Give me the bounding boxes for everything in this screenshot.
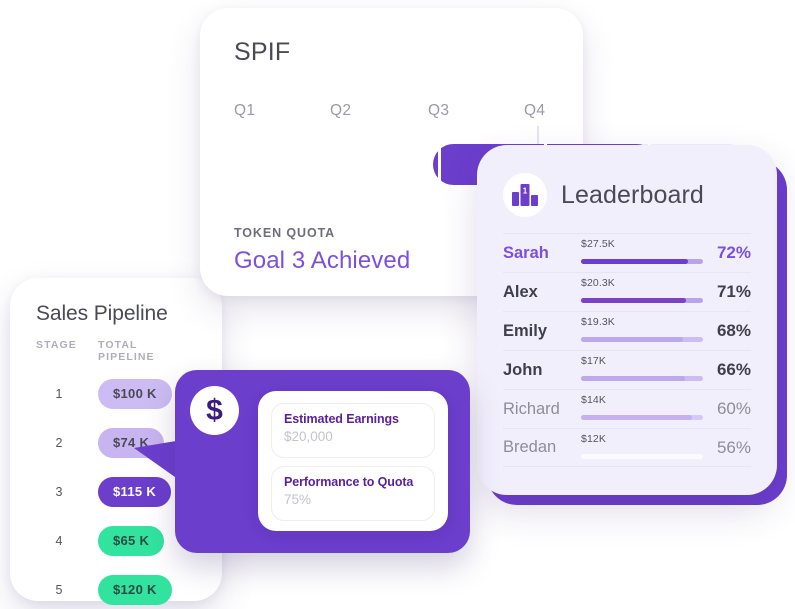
leaderboard-bar-track [581,453,703,459]
leaderboard-progress: $17K [581,355,703,385]
pipeline-stage-number: 2 [55,435,63,450]
leaderboard-amount: $14K [581,394,606,406]
leaderboard-row[interactable]: Sarah $27.5K 72% [503,233,751,272]
leaderboard-bar-track [581,415,703,420]
quarter-label-q4: Q4 [524,102,546,119]
leaderboard-percent: 72% [716,243,751,262]
svg-text:1: 1 [523,187,528,196]
pipeline-stage-number: 1 [55,386,63,401]
quarter-label-q2: Q2 [330,102,352,119]
leaderboard-bar-track [581,337,703,342]
sales-pipeline-title: Sales Pipeline [36,302,168,325]
leaderboard-percent: 60% [716,399,751,418]
leaderboard-row[interactable]: John $17K 66% [503,350,751,389]
leaderboard-amount: $12K [581,432,606,445]
leaderboard-row[interactable]: Bredan $12K 56% [503,428,751,467]
progress-divider-start [438,144,441,185]
earnings-field-value: $20,000 [284,429,333,444]
leaderboard-name: Richard [503,399,560,418]
token-quota-label: TOKEN QUOTA [234,226,336,240]
spif-title: SPIF [234,38,291,66]
leaderboard-rows: Sarah $27.5K 72% Alex $20.3K 71% Emily $19.3K 68… [503,233,751,467]
pipeline-stage-number: 4 [55,533,63,548]
leaderboard-progress: $14K [581,394,703,424]
pipeline-stage-number: 5 [55,582,63,597]
earnings-field-label: Performance to Quota [284,475,414,489]
leaderboard-name: Sarah [503,243,549,262]
quarter-label-q1: Q1 [234,102,256,119]
leaderboard-header: 1 Leaderboard [503,167,751,223]
pipeline-amount-badge[interactable]: $120 K [98,574,172,605]
leaderboard-bar-fill [581,376,685,381]
leaderboard-progress: $12K [581,433,703,463]
leaderboard-name: Bredan [503,438,557,456]
leaderboard-card: 1 Leaderboard Sarah $27.5K 72% Alex $20.3K 71… [477,145,777,495]
leaderboard-bar-track [581,298,703,303]
leaderboard-name: Alex [503,282,538,301]
earnings-field-value: 75% [284,492,312,507]
column-header-total-pipeline: TOTAL PIPELINE [98,339,155,363]
sales-pipeline-column-headers: STAGE TOTAL PIPELINE [36,339,196,363]
earnings-field[interactable]: Estimated Earnings $20,000 [271,403,435,458]
leaderboard-amount: $19.3K [581,316,615,328]
leaderboard-name: Emily [503,321,548,340]
leaderboard-percent: 71% [716,282,751,301]
earnings-field[interactable]: Performance to Quota 75% [271,466,435,521]
leaderboard-percent: 56% [716,437,751,457]
leaderboard-title: Leaderboard [561,180,704,209]
leaderboard-amount: $17K [581,355,606,367]
leaderboard-amount: $27.5K [581,238,615,250]
leaderboard-percent: 66% [716,360,751,379]
pipeline-stage-number: 3 [55,484,63,499]
leaderboard-name: John [503,360,543,379]
pipeline-row[interactable]: 5 $120 K [36,565,196,609]
leaderboard-progress: $19.3K [581,316,703,346]
leaderboard-row[interactable]: Richard $14K 60% [503,389,751,428]
leaderboard-bar-track [581,376,703,381]
quarter-label-q3: Q3 [428,102,450,119]
pipeline-amount-badge[interactable]: $65 K [98,525,165,556]
earnings-field-label: Estimated Earnings [284,412,399,426]
leaderboard-bar-fill [581,337,684,342]
leaderboard-bar-fill [581,259,689,264]
pipeline-row[interactable]: 4 $65 K [36,516,196,565]
leaderboard-row[interactable]: Alex $20.3K 71% [503,272,751,311]
spif-quarter-axis: Q1 Q2 Q3 Q4 [234,102,549,152]
leaderboard-progress: $27.5K [581,238,703,268]
column-header-stage: STAGE [36,339,77,351]
sales-pipeline-rows: 1 $100 K 2 $74 K 3 $115 K 4 $65 K 5 $120 K [36,369,196,609]
leaderboard-progress: $20.3K [581,277,703,307]
dashboard-illustration: SPIF Q1 Q2 Q3 Q4 TOKEN QUOTA Goal 3 Achi… [0,0,795,609]
dollar-sign-icon: $ [190,386,239,435]
leaderboard-bar-fill [581,453,697,459]
leaderboard-bar-fill [581,298,686,303]
leaderboard-percent: 68% [716,321,751,340]
leaderboard-row[interactable]: Emily $19.3K 68% [503,311,751,350]
goal-achieved-text: Goal 3 Achieved [234,247,411,274]
leaderboard-bar-fill [581,415,693,420]
leaderboard-amount: $20.3K [581,277,615,289]
podium-rank-icon: 1 [503,173,547,217]
leaderboard-bar-track [581,259,703,264]
pipeline-amount-badge[interactable]: $100 K [98,378,172,409]
pipeline-row[interactable]: 1 $100 K [36,369,196,418]
earnings-fields-panel: Estimated Earnings $20,000 Performance to … [258,391,448,531]
